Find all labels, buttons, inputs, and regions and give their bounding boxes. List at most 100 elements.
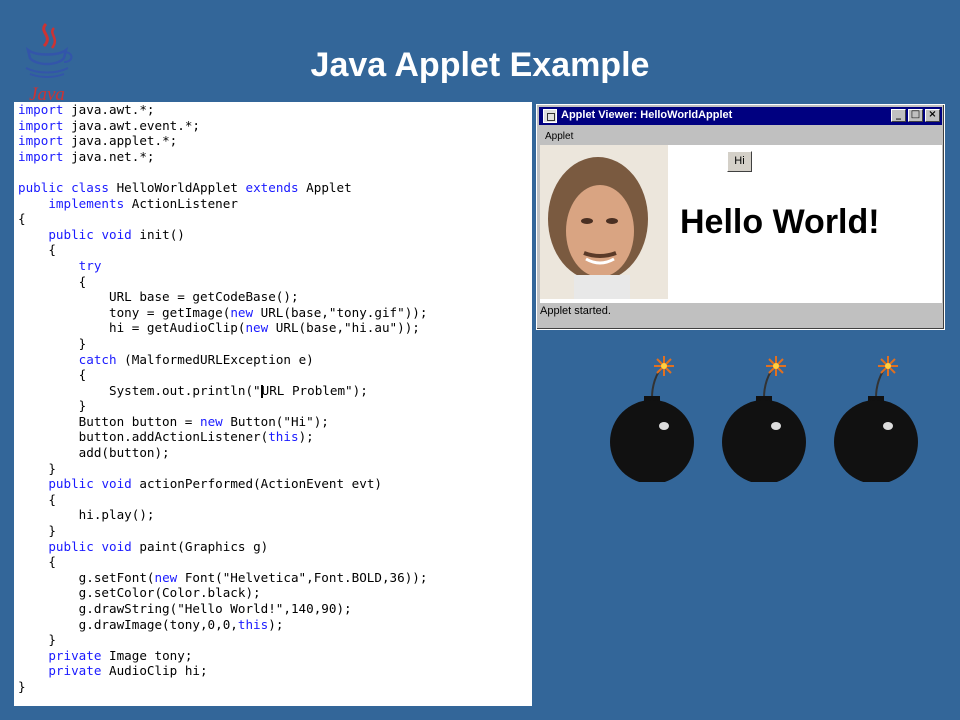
code-text: ActionListener [124, 195, 238, 211]
code-text: java.applet.*; [63, 133, 178, 149]
code-line: import java.awt.event.*; [18, 118, 427, 134]
code-line: } [18, 398, 427, 414]
code-line: } [18, 461, 427, 477]
code-text: { [18, 242, 56, 258]
code-line: { [18, 242, 427, 258]
code-text: paint(Graphics g) [131, 538, 269, 554]
code-line: g.setColor(Color.black); [18, 585, 427, 601]
code-line: catch (MalformedURLException e) [18, 352, 427, 368]
code-text: { [18, 273, 87, 289]
code-text: System.out.println(" [18, 382, 261, 398]
minimize-button[interactable]: _ [891, 109, 906, 122]
java-logo-text: Java [29, 84, 65, 104]
code-keyword: catch [78, 351, 117, 367]
menubar: Applet [539, 127, 942, 145]
bomb-icon [610, 356, 694, 482]
code-text: java.awt.event.*; [63, 117, 200, 133]
code-keyword: void [101, 226, 132, 242]
status-bar: Applet started. [540, 305, 611, 317]
code-text: } [18, 335, 87, 351]
code-text: Font("Helvetica",Font.BOLD,36)); [177, 569, 428, 585]
code-line: private Image tony; [18, 648, 427, 664]
bomb-icon [834, 356, 918, 482]
code-line: public void init() [18, 227, 427, 243]
code-keyword: void [101, 538, 132, 554]
tony-photo [540, 145, 668, 299]
code-line: import java.awt.*; [18, 102, 427, 118]
code-line: g.drawImage(tony,0,0,this); [18, 617, 427, 633]
code-keyword: new [245, 320, 269, 336]
code-text: Image tony; [101, 647, 193, 663]
code-text: ); [268, 616, 284, 632]
code-line: } [18, 336, 427, 352]
menu-applet[interactable]: Applet [545, 131, 573, 142]
code-text: java.net.*; [63, 148, 155, 164]
code-text: Button button = [18, 413, 200, 429]
code-line: implements ActionListener [18, 196, 427, 212]
code-line: try [18, 258, 427, 274]
code-text: URL Problem"); [261, 382, 368, 398]
code-text: hi = getAudioClip( [18, 320, 246, 336]
code-text: actionPerformed(ActionEvent evt) [131, 476, 382, 492]
code-line: } [18, 679, 427, 695]
code-text: { [18, 491, 56, 507]
code-text: URL(base,"hi.au")); [268, 320, 420, 336]
code-text: AudioClip hi; [101, 663, 208, 679]
code-keyword: public [48, 538, 94, 554]
code-text: (MalformedURLException e) [116, 351, 314, 367]
code-line: public void paint(Graphics g) [18, 539, 427, 555]
code-text: java.awt.*; [63, 102, 155, 117]
code-line: } [18, 523, 427, 539]
code-keyword: this [268, 429, 299, 445]
code-text: URL base = getCodeBase(); [18, 289, 299, 305]
code-line: g.drawString("Hello World!",140,90); [18, 601, 427, 617]
code-text: ); [298, 429, 314, 445]
bomb-icon [722, 356, 806, 482]
code-keyword: new [230, 304, 254, 320]
code-line: hi.play(); [18, 507, 427, 523]
code-text: g.drawImage(tony,0,0, [18, 616, 238, 632]
code-line: add(button); [18, 445, 427, 461]
code-line: Button button = new Button("Hi"); [18, 414, 427, 430]
code-line: private AudioClip hi; [18, 663, 427, 679]
code-text: g.setColor(Color.black); [18, 585, 261, 601]
code-keyword: this [237, 616, 269, 632]
code-line: button.addActionListener(this); [18, 429, 427, 445]
code-text: HelloWorldApplet [109, 179, 246, 195]
code-line: import java.applet.*; [18, 133, 427, 149]
code-listing: import java.awt.*; import java.awt.event.… [18, 102, 427, 695]
code-text: } [18, 523, 56, 539]
code-text: } [18, 460, 56, 476]
maximize-button[interactable]: □ [908, 109, 923, 122]
code-keyword: public [18, 179, 64, 195]
code-text: Button("Hi"); [222, 413, 329, 429]
code-keyword: new [199, 413, 223, 429]
code-keyword: private [48, 647, 102, 663]
code-text: hi.play(); [18, 507, 155, 523]
hello-world-text: Hello World! [680, 203, 880, 241]
code-text: } [18, 678, 26, 694]
window-app-icon[interactable] [543, 109, 557, 123]
code-line: } [18, 632, 427, 648]
code-text: init() [131, 226, 185, 242]
code-keyword: extends [245, 179, 299, 195]
code-text: Applet [298, 179, 352, 195]
code-text: g.drawString("Hello World!",140,90); [18, 601, 352, 616]
code-text: add(button); [18, 445, 170, 461]
code-text: tony = getImage( [18, 304, 231, 320]
close-button[interactable]: × [925, 109, 940, 122]
titlebar[interactable]: Applet Viewer: HelloWorldApplet _ □ × [539, 107, 942, 125]
hi-button[interactable]: Hi [727, 151, 752, 172]
code-line: { [18, 492, 427, 508]
code-line: import java.net.*; [18, 149, 427, 165]
applet-viewer-window: Applet Viewer: HelloWorldApplet _ □ × Ap… [536, 104, 945, 330]
code-line: { [18, 211, 427, 227]
code-text: { [18, 211, 26, 227]
